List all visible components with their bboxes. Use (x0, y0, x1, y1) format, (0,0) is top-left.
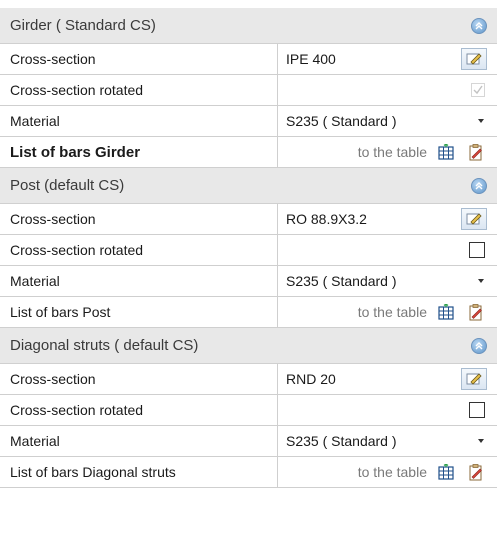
table-grid-icon[interactable] (437, 463, 455, 481)
property-row-rotated: Cross-section rotated (0, 395, 497, 426)
property-row-material: Material S235 ( Standard ) (0, 266, 497, 297)
property-row-rotated: Cross-section rotated (0, 75, 497, 106)
section-title: Diagonal struts ( default CS) (10, 337, 199, 354)
dropdown-caret-icon[interactable] (478, 119, 484, 123)
table-grid-icon[interactable] (437, 303, 455, 321)
clipboard-edit-icon[interactable] (467, 143, 485, 161)
material-select[interactable]: S235 ( Standard ) (279, 266, 497, 296)
collapse-chevron-up-icon[interactable] (471, 17, 487, 34)
dropdown-caret-icon[interactable] (478, 279, 484, 283)
property-label: Material (0, 426, 278, 456)
property-label: Material (0, 106, 278, 136)
property-label: List of bars Girder (0, 137, 278, 167)
property-label: Cross-section (0, 44, 278, 74)
cross-section-field[interactable]: RND 20 (279, 364, 497, 394)
cross-section-value[interactable]: RND 20 (279, 371, 461, 387)
material-select[interactable]: S235 ( Standard ) (279, 426, 497, 456)
material-value[interactable]: S235 ( Standard ) (279, 433, 478, 449)
property-label: Cross-section (0, 364, 278, 394)
clipboard-edit-icon[interactable] (467, 303, 485, 321)
rotated-checkbox[interactable] (469, 242, 485, 258)
material-value[interactable]: S235 ( Standard ) (279, 273, 478, 289)
property-row-list-of-bars: List of bars Post to the table (0, 297, 497, 328)
section-header-post[interactable]: Post (default CS) (0, 168, 497, 204)
property-row-material: Material S235 ( Standard ) (0, 426, 497, 457)
collapse-chevron-up-icon[interactable] (471, 337, 487, 354)
rotated-checkbox[interactable] (471, 83, 485, 97)
property-row-list-of-bars: List of bars Girder to the table (0, 137, 497, 168)
material-value[interactable]: S235 ( Standard ) (279, 113, 478, 129)
property-row-material: Material S235 ( Standard ) (0, 106, 497, 137)
clipboard-edit-icon[interactable] (467, 463, 485, 481)
section-title: Post (default CS) (10, 177, 125, 194)
property-label: Cross-section rotated (0, 235, 278, 265)
cross-section-value[interactable]: IPE 400 (279, 51, 461, 67)
properties-panel: Girder ( Standard CS) Cross-section IPE … (0, 0, 497, 534)
table-grid-icon[interactable] (437, 143, 455, 161)
cross-section-field[interactable]: IPE 400 (279, 44, 497, 74)
section-header-diagonal-struts[interactable]: Diagonal struts ( default CS) (0, 328, 497, 364)
property-label: Cross-section rotated (0, 395, 278, 425)
property-row-cross-section: Cross-section RO 88.9X3.2 (0, 204, 497, 235)
material-select[interactable]: S235 ( Standard ) (279, 106, 497, 136)
to-table-link[interactable]: to the table (358, 304, 427, 320)
dropdown-caret-icon[interactable] (478, 439, 484, 443)
section-title: Girder ( Standard CS) (10, 17, 156, 34)
property-label: Cross-section rotated (0, 75, 278, 105)
property-row-rotated: Cross-section rotated (0, 235, 497, 266)
property-label: List of bars Post (0, 297, 278, 327)
property-row-cross-section: Cross-section RND 20 (0, 364, 497, 395)
cross-section-value[interactable]: RO 88.9X3.2 (279, 211, 461, 227)
cross-section-field[interactable]: RO 88.9X3.2 (279, 204, 497, 234)
edit-pencil-icon[interactable] (461, 208, 487, 230)
to-table-link[interactable]: to the table (358, 464, 427, 480)
property-label: Material (0, 266, 278, 296)
rotated-checkbox[interactable] (469, 402, 485, 418)
property-label: List of bars Diagonal struts (0, 457, 278, 487)
section-header-girder[interactable]: Girder ( Standard CS) (0, 8, 497, 44)
edit-pencil-icon[interactable] (461, 48, 487, 70)
to-table-link[interactable]: to the table (358, 144, 427, 160)
collapse-chevron-up-icon[interactable] (471, 177, 487, 194)
edit-pencil-icon[interactable] (461, 368, 487, 390)
property-row-cross-section: Cross-section IPE 400 (0, 44, 497, 75)
property-row-list-of-bars: List of bars Diagonal struts to the tabl… (0, 457, 497, 488)
property-label: Cross-section (0, 204, 278, 234)
